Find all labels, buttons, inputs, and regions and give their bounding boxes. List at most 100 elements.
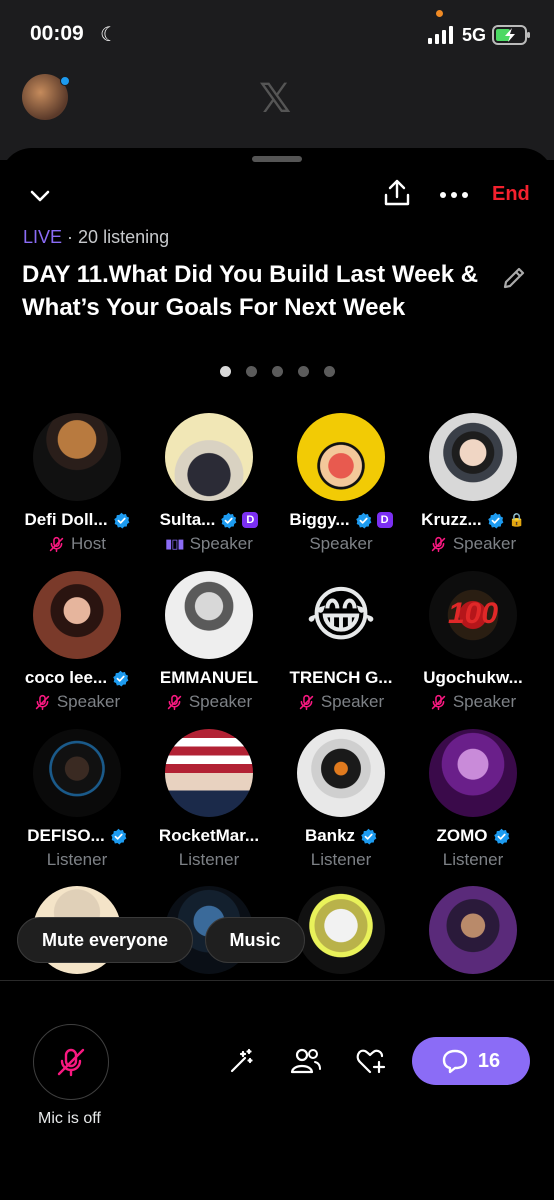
page-dot[interactable] bbox=[245, 366, 257, 377]
participant-role-row: ▮▯▮ Speaker bbox=[142, 533, 276, 555]
speaking-waveform-icon: ▮▯▮ bbox=[165, 536, 184, 551]
comments-button[interactable]: 16 bbox=[412, 1037, 530, 1085]
live-status: LIVE · 20 listening bbox=[23, 227, 169, 248]
more-options-icon[interactable] bbox=[436, 180, 472, 210]
edit-pencil-icon[interactable] bbox=[498, 262, 530, 294]
participant-avatar bbox=[429, 886, 517, 974]
participant-partial[interactable] bbox=[406, 886, 540, 974]
magic-wand-icon[interactable] bbox=[224, 1043, 260, 1079]
participant-name-row: Ugochukw... bbox=[406, 667, 540, 689]
participant-avatar: 100 bbox=[429, 571, 517, 659]
mic-status-label: Mic is off bbox=[38, 1110, 101, 1127]
participant-avatar bbox=[33, 571, 121, 659]
participant-card[interactable]: RocketMar... Listener bbox=[142, 729, 276, 871]
emoji-reaction: 😂 bbox=[305, 581, 377, 648]
sheet-grabber[interactable] bbox=[252, 156, 302, 162]
mute-everyone-button[interactable]: Mute everyone bbox=[17, 917, 193, 963]
verified-badge-icon bbox=[110, 828, 127, 845]
participant-card[interactable]: Defi Doll... Host bbox=[10, 413, 144, 555]
share-icon[interactable] bbox=[380, 176, 414, 210]
participants-icon[interactable] bbox=[288, 1043, 324, 1079]
participant-name: Sulta... bbox=[159, 510, 216, 529]
participant-name-row: TRENCH G... bbox=[274, 667, 408, 689]
participant-name-row: Kruzz... 🔒 bbox=[406, 509, 540, 531]
participant-name-row: Sulta... D bbox=[142, 509, 276, 531]
space-title: DAY 11.What Did You Build Last Week & Wh… bbox=[22, 261, 479, 321]
participant-avatar bbox=[165, 413, 253, 501]
status-bar: 00:09 ☾ 5G bbox=[0, 0, 554, 70]
participant-card[interactable]: 100 Ugochukw... Speaker bbox=[406, 571, 540, 713]
signal-icon bbox=[428, 26, 453, 44]
participant-card[interactable]: coco lee... Speaker bbox=[10, 571, 144, 713]
participant-avatar bbox=[297, 886, 385, 974]
mic-off-icon bbox=[49, 536, 64, 552]
network-label: 5G bbox=[462, 25, 487, 45]
participant-role-row: Listener bbox=[142, 849, 276, 871]
end-space-button[interactable]: End bbox=[492, 183, 530, 206]
participant-role: Speaker bbox=[189, 534, 253, 553]
music-button[interactable]: Music bbox=[205, 917, 305, 963]
participant-name: DEFISO... bbox=[27, 826, 105, 845]
participant-role-row: Host bbox=[10, 533, 144, 555]
page-dot[interactable] bbox=[271, 366, 283, 377]
participant-card[interactable]: DEFISO... Listener bbox=[10, 729, 144, 871]
comment-count: 16 bbox=[477, 1049, 501, 1072]
verified-badge-icon bbox=[113, 670, 129, 687]
participant-role: Listener bbox=[46, 850, 108, 869]
participant-name: Bankz bbox=[304, 826, 356, 845]
verified-badge-icon bbox=[487, 512, 504, 529]
participant-avatar bbox=[297, 729, 385, 817]
mic-off-icon bbox=[431, 536, 446, 552]
collapse-chevron-icon[interactable] bbox=[22, 178, 58, 214]
participant-avatar bbox=[297, 413, 385, 501]
participant-role: Speaker bbox=[320, 692, 385, 711]
mic-off-icon bbox=[431, 694, 446, 710]
participant-role: Speaker bbox=[452, 534, 517, 553]
participant-name: Defi Doll... bbox=[24, 510, 108, 529]
participant-name-row: RocketMar... bbox=[142, 825, 276, 847]
privacy-indicator-dot bbox=[436, 10, 443, 17]
page-dot[interactable] bbox=[219, 366, 231, 377]
participant-avatar: 😂 bbox=[297, 571, 385, 659]
participant-role: Speaker bbox=[188, 692, 253, 711]
participant-name: coco lee... bbox=[24, 668, 108, 687]
participant-card[interactable]: EMMANUEL Speaker bbox=[142, 571, 276, 713]
page-indicator bbox=[0, 366, 554, 377]
verified-badge-icon bbox=[493, 828, 509, 845]
mic-off-icon bbox=[57, 1048, 85, 1077]
participant-role: Listener bbox=[310, 850, 372, 869]
participant-card[interactable]: 😂 TRENCH G... Speaker bbox=[274, 571, 408, 713]
x-logo-icon: 𝕏 bbox=[259, 77, 292, 121]
notification-dot bbox=[60, 76, 70, 86]
participant-name: ZOMO bbox=[436, 826, 488, 845]
chat-bubble-icon bbox=[442, 1049, 468, 1074]
participant-name-row: Biggy... D bbox=[274, 509, 408, 531]
participant-role-row: Speaker bbox=[10, 691, 144, 713]
participant-card[interactable]: Kruzz... 🔒 Speaker bbox=[406, 413, 540, 555]
avatar-text: 100 bbox=[447, 597, 499, 630]
listening-count: · 20 listening bbox=[67, 227, 170, 247]
participant-role-row: Speaker bbox=[406, 533, 540, 555]
mic-off-icon bbox=[167, 694, 182, 710]
lock-icon: 🔒 bbox=[508, 512, 525, 527]
participant-avatar bbox=[429, 729, 517, 817]
page-dot[interactable] bbox=[323, 366, 335, 377]
participant-name: TRENCH G... bbox=[289, 668, 393, 687]
heart-add-icon[interactable] bbox=[353, 1043, 389, 1079]
participant-card[interactable]: Bankz Listener bbox=[274, 729, 408, 871]
participant-name-row: Bankz bbox=[274, 825, 408, 847]
mic-toggle-button[interactable] bbox=[33, 1024, 109, 1100]
clock: 00:09 bbox=[30, 22, 84, 45]
participant-role-row: Speaker bbox=[274, 691, 408, 713]
participant-avatar bbox=[429, 413, 517, 501]
participant-name-row: EMMANUEL bbox=[142, 667, 276, 689]
participant-card[interactable]: Biggy... D Speaker bbox=[274, 413, 408, 555]
verified-badge-icon bbox=[113, 512, 129, 529]
participant-card[interactable]: Sulta... D ▮▯▮ Speaker bbox=[142, 413, 276, 555]
participant-name-row: coco lee... bbox=[10, 667, 144, 689]
participant-name: Ugochukw... bbox=[423, 668, 523, 687]
participant-avatar bbox=[33, 413, 121, 501]
live-label: LIVE bbox=[23, 227, 63, 247]
participant-card[interactable]: ZOMO Listener bbox=[406, 729, 540, 871]
page-dot[interactable] bbox=[297, 366, 309, 377]
